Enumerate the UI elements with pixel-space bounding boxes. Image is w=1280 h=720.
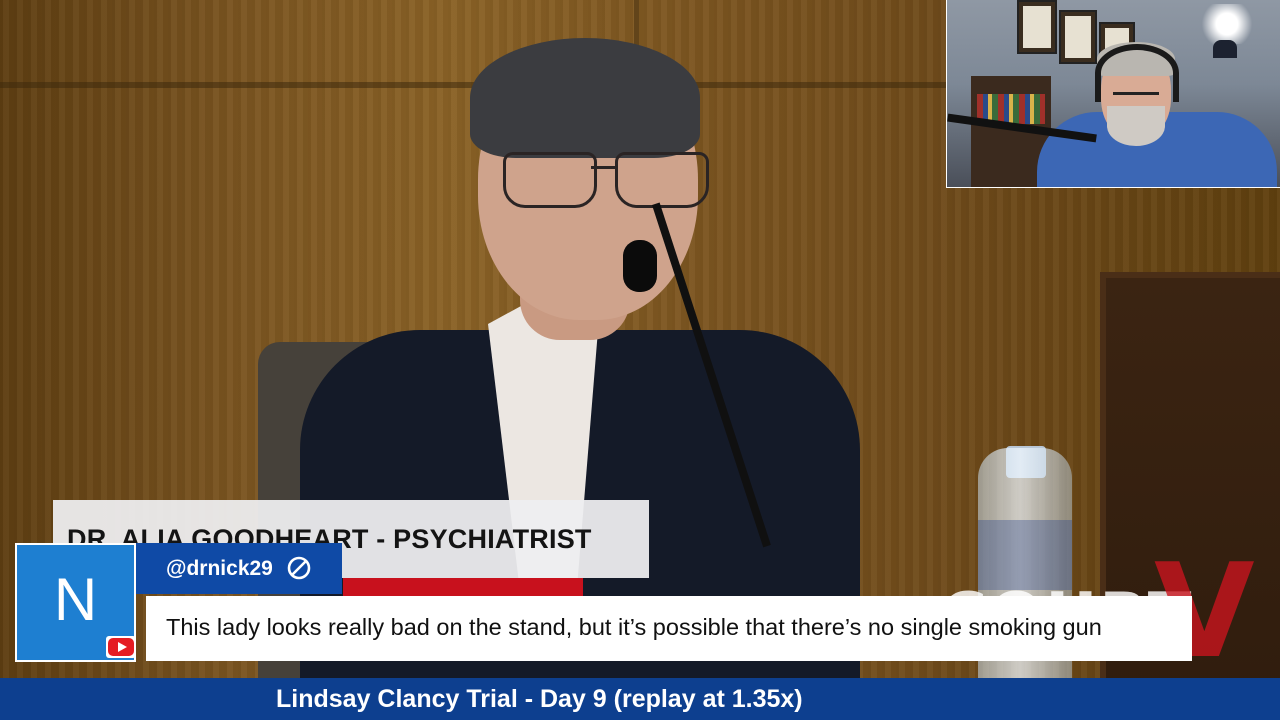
witness-glasses — [503, 152, 709, 208]
lower-third-accent-bar — [343, 578, 583, 598]
stream-title: Lindsay Clancy Trial - Day 9 (replay at … — [276, 685, 803, 713]
chat-username: @drnick29 — [166, 557, 273, 580]
chat-message-box: This lady looks really bad on the stand,… — [146, 596, 1192, 661]
stream-title-bar: Lindsay Clancy Trial - Day 9 (replay at … — [0, 678, 1280, 720]
headset-icon — [1095, 44, 1179, 102]
microphone-icon — [623, 240, 657, 292]
wall-frame — [1017, 0, 1057, 54]
ceiling-light — [1197, 4, 1257, 44]
avatar-letter: N — [53, 566, 98, 633]
wall-frame — [1059, 10, 1097, 64]
slash-circle-icon — [287, 556, 311, 580]
witness-hair — [470, 38, 700, 158]
username-bar: @drnick29 — [136, 543, 342, 594]
webcam-inset — [946, 0, 1280, 188]
chat-message-text: This lady looks really bad on the stand,… — [166, 614, 1102, 640]
streamer-beard — [1107, 106, 1165, 146]
lamp-icon — [1213, 40, 1237, 58]
youtube-icon — [106, 636, 136, 658]
